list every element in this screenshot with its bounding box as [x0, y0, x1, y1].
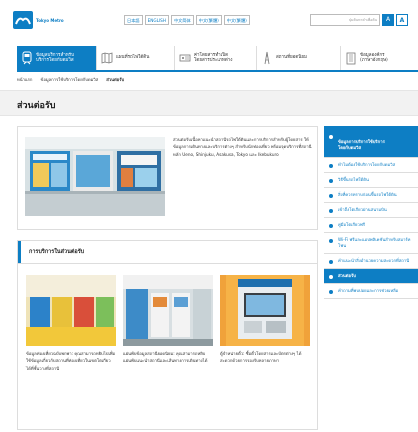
- sidebar-item-wifi-apps[interactable]: Wi-Fi ฟรีและแอปพลิเคชันสำหรับสมาร์ทโฟน: [324, 233, 418, 254]
- sidebar-item-service-info[interactable]: ข้อมูลการบริการใช้บริการ โดยกับดมวิส: [324, 126, 418, 158]
- site-header: Tokyo Metro 日本語 ENGLISH 中文简体 中文(繁體) 中文(繁…: [0, 0, 418, 44]
- breadcrumb-service-info[interactable]: ข้อมูลการใช้บริการโดยกับดมวิส: [40, 76, 98, 84]
- tokyo-metro-logo[interactable]: Tokyo Metro: [13, 11, 71, 29]
- nav-underline: [17, 70, 418, 72]
- bullet-icon: [329, 179, 333, 183]
- sidebar-item-free-guide[interactable]: คู่มือโตเกียวฟรี: [324, 218, 418, 233]
- nav-label-fares: ค่าโดยสารทำเปิด โดยสารประเภทต่าง: [194, 52, 233, 64]
- sidebar-nav: ข้อมูลการบริการใช้บริการ โดยกับดมวิส ทำไ…: [324, 126, 418, 299]
- font-size-small-button[interactable]: A: [382, 14, 394, 26]
- bullet-icon: [329, 209, 333, 213]
- font-size-large-button[interactable]: A: [396, 14, 408, 26]
- sidebar-item-label: คำแนะนำสิ่งอำนวยความสะดวกที่สถานี: [338, 258, 410, 263]
- service-card-guidebook[interactable]: ข้อมูลท่องเที่ยวฉบับพกพา: คุณสามารถหยิบไ…: [26, 275, 116, 372]
- lang-chinese-traditional[interactable]: 中文(繁體): [195, 15, 222, 25]
- sidebar-item-airport-access[interactable]: เข้าถึงโตเกียวผ่านสนามบิน: [324, 203, 418, 218]
- service-card-ticket-machine-text: ตู้จำหน่ายตั๋ว: ซื้อตั๋วโดยสารและบัตรต่า…: [220, 351, 302, 364]
- lang-english[interactable]: ENGLISH: [144, 15, 169, 25]
- bullet-icon: [329, 290, 333, 294]
- sidebar-item-label: สิ่งที่ควรทราบก่อนขึ้นรถไฟใต้ดิน: [338, 192, 397, 197]
- breadcrumb-current: ส่วนต่อรับ: [106, 77, 125, 82]
- intro-text: ส่วนต่อรับเนื้อหาแนะนำสถานีรถไฟใต้ดินและ…: [173, 137, 312, 157]
- nav-item-popular-spots[interactable]: สถานที่ยอดนิยม: [257, 46, 341, 70]
- lang-japanese[interactable]: 日本語: [124, 15, 143, 25]
- nav-label-service-info: ข้อมูลบริการสำหรับ บริการโดยกับดมวิส: [36, 52, 74, 64]
- page-title: ส่วนต่อรับ: [17, 101, 56, 111]
- service-card-ticket-machine[interactable]: ตู้จำหน่ายตั๋ว: ซื้อตั๋วโดยสารและบัตรต่า…: [220, 275, 310, 365]
- leaflets-photo: [123, 275, 213, 346]
- sidebar-item-label: ข้อมูลการบริการใช้บริการ โดยกับดมวิส: [338, 139, 385, 150]
- nav-item-corporate[interactable]: ข้อมูลองค์กร (ภาษาอังกฤษ): [341, 46, 418, 70]
- bullet-icon: [329, 260, 333, 264]
- building-icon: [346, 52, 356, 65]
- service-card-leaflets[interactable]: แผ่นพับข้อมูลสถานียอดนิยม: คุณสามารถหยิบ…: [123, 275, 213, 365]
- sidebar-item-label: ส่วนต่อรับ: [338, 273, 356, 278]
- bullet-icon: [329, 135, 333, 139]
- search-input[interactable]: ปุ่มค้นหาคำเพื่อค้น: [310, 14, 380, 26]
- sidebar-item-label: Wi-Fi ฟรีและแอปพลิเคชันสำหรับสมาร์ทโฟน: [338, 237, 411, 248]
- services-divider: [18, 263, 317, 264]
- sidebar-item-label: คำถามที่พบบ่อยและการช่วยเหลือ: [338, 288, 399, 293]
- sidebar-item-how-to-ride[interactable]: วิธีขึ้นรถไฟใต้ดิน: [324, 173, 418, 188]
- sidebar-item-label: เข้าถึงโตเกียวผ่านสนามบิน: [338, 207, 387, 212]
- tower-icon: [264, 51, 270, 65]
- nav-item-subway-map[interactable]: แผนที่รถไฟใต้ดิน: [97, 46, 175, 70]
- guidebook-photo: [26, 275, 116, 346]
- sidebar-item-label: คู่มือโตเกียวฟรี: [338, 222, 366, 227]
- nav-label-popular-spots: สถานที่ยอดนิยม: [276, 55, 307, 61]
- ticket-machine-photo: [220, 275, 310, 346]
- sidebar-item-label: ทำไมต้องใช้บริการโดยกับดมวิส: [338, 162, 396, 167]
- breadcrumb-home[interactable]: หน้าแรก: [17, 76, 32, 84]
- services-section: การบริการในส่วนต่อรับ ข้อมูลท่องเที่ยวฉบ…: [17, 240, 318, 430]
- main-nav: ข้อมูลบริการสำหรับ บริการโดยกับดมวิส แผน…: [17, 46, 418, 70]
- sidebar-item-why-use[interactable]: ทำไมต้องใช้บริการโดยกับดมวิส: [324, 158, 418, 173]
- breadcrumb: หน้าแรก ข้อมูลการใช้บริการโดยกับดมวิส ส่…: [17, 76, 418, 84]
- train-icon: [22, 51, 32, 65]
- ticket-icon: [179, 54, 191, 62]
- nav-item-fares[interactable]: ค่าโดยสารทำเปิด โดยสารประเภทต่าง: [175, 46, 257, 70]
- bullet-icon: [329, 239, 333, 243]
- nav-label-corporate: ข้อมูลองค์กร (ภาษาอังกฤษ): [360, 52, 388, 64]
- sidebar-item-label: วิธีขึ้นรถไฟใต้ดิน: [338, 177, 369, 182]
- sidebar-item-before-riding[interactable]: สิ่งที่ควรทราบก่อนขึ้นรถไฟใต้ดิน: [324, 188, 418, 203]
- language-switcher: 日本語 ENGLISH 中文简体 中文(繁體) 中文(繁體): [124, 15, 250, 25]
- map-icon: [101, 52, 113, 64]
- sidebar-item-current[interactable]: ส่วนต่อรับ: [324, 269, 418, 284]
- service-card-guidebook-text: ข้อมูลท่องเที่ยวฉบับพกพา: คุณสามารถหยิบไ…: [26, 351, 116, 371]
- services-heading: การบริการในส่วนต่อรับ: [18, 241, 317, 263]
- page-title-bar: [0, 90, 418, 116]
- bullet-icon: [329, 194, 333, 198]
- service-card-leaflets-text: แผ่นพับข้อมูลสถานียอดนิยม: คุณสามารถหยิบ…: [123, 351, 208, 364]
- sidebar-item-faq[interactable]: คำถามที่พบบ่อยและการช่วยเหลือ: [324, 284, 418, 299]
- metro-logo-icon: [13, 11, 33, 29]
- intro-section: ส่วนต่อรับเนื้อหาแนะนำสถานีรถไฟใต้ดินและ…: [17, 126, 318, 230]
- lang-chinese-traditional-2[interactable]: 中文(繁體): [223, 15, 250, 25]
- bullet-icon: [329, 164, 333, 168]
- nav-label-subway-map: แผนที่รถไฟใต้ดิน: [116, 55, 150, 61]
- bullet-icon: [329, 275, 333, 279]
- logo-text: Tokyo Metro: [36, 17, 64, 23]
- bullet-icon: [329, 224, 333, 228]
- sidebar-item-station-facilities[interactable]: คำแนะนำสิ่งอำนวยความสะดวกที่สถานี: [324, 254, 418, 269]
- lang-chinese-simplified[interactable]: 中文简体: [170, 15, 194, 25]
- counter-photo: [25, 137, 165, 216]
- nav-item-service-info[interactable]: ข้อมูลบริการสำหรับ บริการโดยกับดมวิส: [17, 46, 97, 70]
